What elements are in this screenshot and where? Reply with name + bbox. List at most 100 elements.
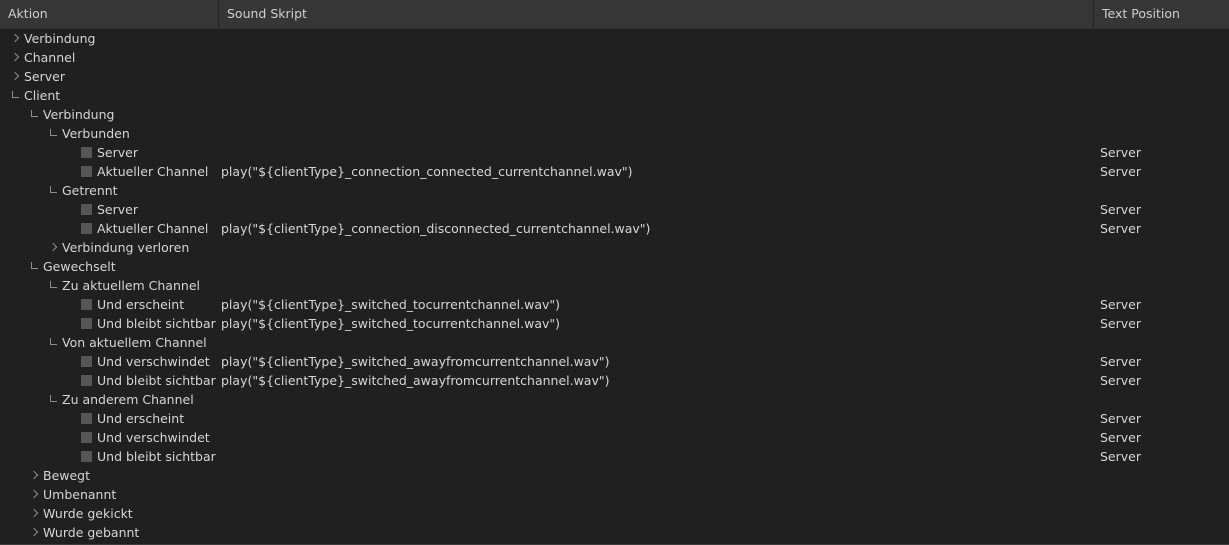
tree-row-sound-script[interactable]: play("${clientType}_switched_tocurrentch… xyxy=(221,314,1091,333)
tree-row-action-cell[interactable]: Und verschwindet xyxy=(0,352,218,371)
tree-row-action-cell[interactable]: Umbenannt xyxy=(0,485,218,504)
tree-row-action-cell[interactable]: Server xyxy=(0,67,218,86)
row-enable-checkbox[interactable] xyxy=(81,204,92,215)
tree-collapsed-toggle-icon[interactable] xyxy=(27,485,43,504)
tree-row-action-cell[interactable]: Bewegt xyxy=(0,466,218,485)
tree-row-action-cell[interactable]: Und bleibt sichtbar xyxy=(0,314,218,333)
row-enable-checkbox[interactable] xyxy=(81,432,92,443)
tree-row[interactable]: Verbunden xyxy=(0,124,1229,143)
tree-collapsed-toggle-icon[interactable] xyxy=(27,504,43,523)
tree-row-action-cell[interactable]: Verbunden xyxy=(0,124,218,143)
tree-expanded-toggle-icon[interactable] xyxy=(8,86,24,105)
tree-row-action-cell[interactable]: Server xyxy=(0,143,218,162)
tree-row-text-position[interactable] xyxy=(1100,29,1229,48)
tree-row[interactable]: Verbindung verloren xyxy=(0,238,1229,257)
tree-row-action-cell[interactable]: Verbindung xyxy=(0,29,218,48)
tree-collapsed-toggle-icon[interactable] xyxy=(8,48,24,67)
tree-row-action-cell[interactable]: Zu anderem Channel xyxy=(0,390,218,409)
tree-collapsed-toggle-icon[interactable] xyxy=(27,523,43,542)
tree-row[interactable]: Von aktuellem Channel xyxy=(0,333,1229,352)
tree-row-text-position[interactable] xyxy=(1100,333,1229,352)
tree-row-text-position[interactable] xyxy=(1100,504,1229,523)
tree-row-text-position[interactable]: Server xyxy=(1100,447,1229,466)
tree-row[interactable]: Wurde gebannt xyxy=(0,523,1229,542)
tree-row-action-cell[interactable]: Und bleibt sichtbar xyxy=(0,447,218,466)
row-enable-checkbox[interactable] xyxy=(81,413,92,424)
tree-expanded-toggle-icon[interactable] xyxy=(46,124,62,143)
tree-row-text-position[interactable] xyxy=(1100,67,1229,86)
column-header-text-position[interactable]: Text Position xyxy=(1093,0,1229,28)
row-enable-checkbox[interactable] xyxy=(81,166,92,177)
tree-row-text-position[interactable] xyxy=(1100,238,1229,257)
tree-row-text-position[interactable]: Server xyxy=(1100,314,1229,333)
tree-row[interactable]: Aktueller Channel play("${clientType}_con… xyxy=(0,219,1229,238)
tree-row-sound-script[interactable]: play("${clientType}_connection_connected… xyxy=(221,162,1091,181)
tree-row-text-position[interactable] xyxy=(1100,181,1229,200)
tree-row-action-cell[interactable]: Und erscheint xyxy=(0,295,218,314)
tree-row-sound-script[interactable] xyxy=(221,105,1091,124)
tree-row[interactable]: Bewegt xyxy=(0,466,1229,485)
tree-expanded-toggle-icon[interactable] xyxy=(46,181,62,200)
tree-row-text-position[interactable] xyxy=(1100,48,1229,67)
tree-row-action-cell[interactable]: Server xyxy=(0,200,218,219)
tree-row-text-position[interactable]: Server xyxy=(1100,371,1229,390)
tree-row[interactable]: Verbindung xyxy=(0,29,1229,48)
tree-row[interactable]: Getrennt xyxy=(0,181,1229,200)
tree-row-text-position[interactable]: Server xyxy=(1100,162,1229,181)
tree-row-action-cell[interactable]: Und verschwindet xyxy=(0,428,218,447)
tree-row-sound-script[interactable] xyxy=(221,67,1091,86)
tree-row[interactable]: Gewechselt xyxy=(0,257,1229,276)
tree-row-action-cell[interactable]: Und erscheint xyxy=(0,409,218,428)
tree-collapsed-toggle-icon[interactable] xyxy=(27,466,43,485)
row-enable-checkbox[interactable] xyxy=(81,147,92,158)
tree-row-sound-script[interactable]: play("${clientType}_connection_disconnec… xyxy=(221,219,1091,238)
row-enable-checkbox[interactable] xyxy=(81,299,92,310)
tree-row-sound-script[interactable] xyxy=(221,86,1091,105)
tree-row-text-position[interactable] xyxy=(1100,105,1229,124)
tree-row[interactable]: Server Server xyxy=(0,200,1229,219)
tree-row-text-position[interactable] xyxy=(1100,485,1229,504)
tree-row-sound-script[interactable] xyxy=(221,447,1091,466)
tree-row-text-position[interactable]: Server xyxy=(1100,428,1229,447)
tree-row-sound-script[interactable] xyxy=(221,504,1091,523)
tree-row-action-cell[interactable]: Client xyxy=(0,86,218,105)
row-enable-checkbox[interactable] xyxy=(81,451,92,462)
tree-row-text-position[interactable] xyxy=(1100,124,1229,143)
tree-row-sound-script[interactable] xyxy=(221,409,1091,428)
tree-row-sound-script[interactable] xyxy=(221,48,1091,67)
column-header-sound-script[interactable]: Sound Skript xyxy=(218,0,1093,28)
tree-row-sound-script[interactable] xyxy=(221,333,1091,352)
tree-row-text-position[interactable]: Server xyxy=(1100,295,1229,314)
tree-row-text-position[interactable]: Server xyxy=(1100,409,1229,428)
tree-row-sound-script[interactable]: play("${clientType}_switched_awayfromcur… xyxy=(221,371,1091,390)
tree-collapsed-toggle-icon[interactable] xyxy=(8,67,24,86)
tree-row-text-position[interactable] xyxy=(1100,390,1229,409)
row-enable-checkbox[interactable] xyxy=(81,318,92,329)
tree-row-action-cell[interactable]: Wurde gebannt xyxy=(0,523,218,542)
tree-row-sound-script[interactable] xyxy=(221,143,1091,162)
row-enable-checkbox[interactable] xyxy=(81,375,92,386)
tree-row-sound-script[interactable] xyxy=(221,29,1091,48)
tree-expanded-toggle-icon[interactable] xyxy=(46,276,62,295)
tree-row[interactable]: Und bleibt sichtbar play("${clientType}_s… xyxy=(0,371,1229,390)
tree-row-action-cell[interactable]: Gewechselt xyxy=(0,257,218,276)
tree-row-action-cell[interactable]: Aktueller Channel xyxy=(0,219,218,238)
tree-row[interactable]: Verbindung xyxy=(0,105,1229,124)
row-enable-checkbox[interactable] xyxy=(81,223,92,234)
tree-row-text-position[interactable] xyxy=(1100,523,1229,542)
tree-expanded-toggle-icon[interactable] xyxy=(46,390,62,409)
tree-row[interactable]: Und erscheint Server xyxy=(0,409,1229,428)
tree-row[interactable]: Und verschwindet play("${clientType}_swit… xyxy=(0,352,1229,371)
tree-row-sound-script[interactable] xyxy=(221,238,1091,257)
tree-row[interactable]: Server xyxy=(0,67,1229,86)
tree-row-text-position[interactable] xyxy=(1100,257,1229,276)
tree-row-sound-script[interactable] xyxy=(221,200,1091,219)
tree-collapsed-toggle-icon[interactable] xyxy=(8,29,24,48)
tree-row-action-cell[interactable]: Channel xyxy=(0,48,218,67)
tree-row-sound-script[interactable] xyxy=(221,181,1091,200)
tree-row-action-cell[interactable]: Aktueller Channel xyxy=(0,162,218,181)
tree-row-sound-script[interactable] xyxy=(221,523,1091,542)
tree-row-sound-script[interactable]: play("${clientType}_switched_tocurrentch… xyxy=(221,295,1091,314)
tree-row[interactable]: Client xyxy=(0,86,1229,105)
tree-expanded-toggle-icon[interactable] xyxy=(46,333,62,352)
